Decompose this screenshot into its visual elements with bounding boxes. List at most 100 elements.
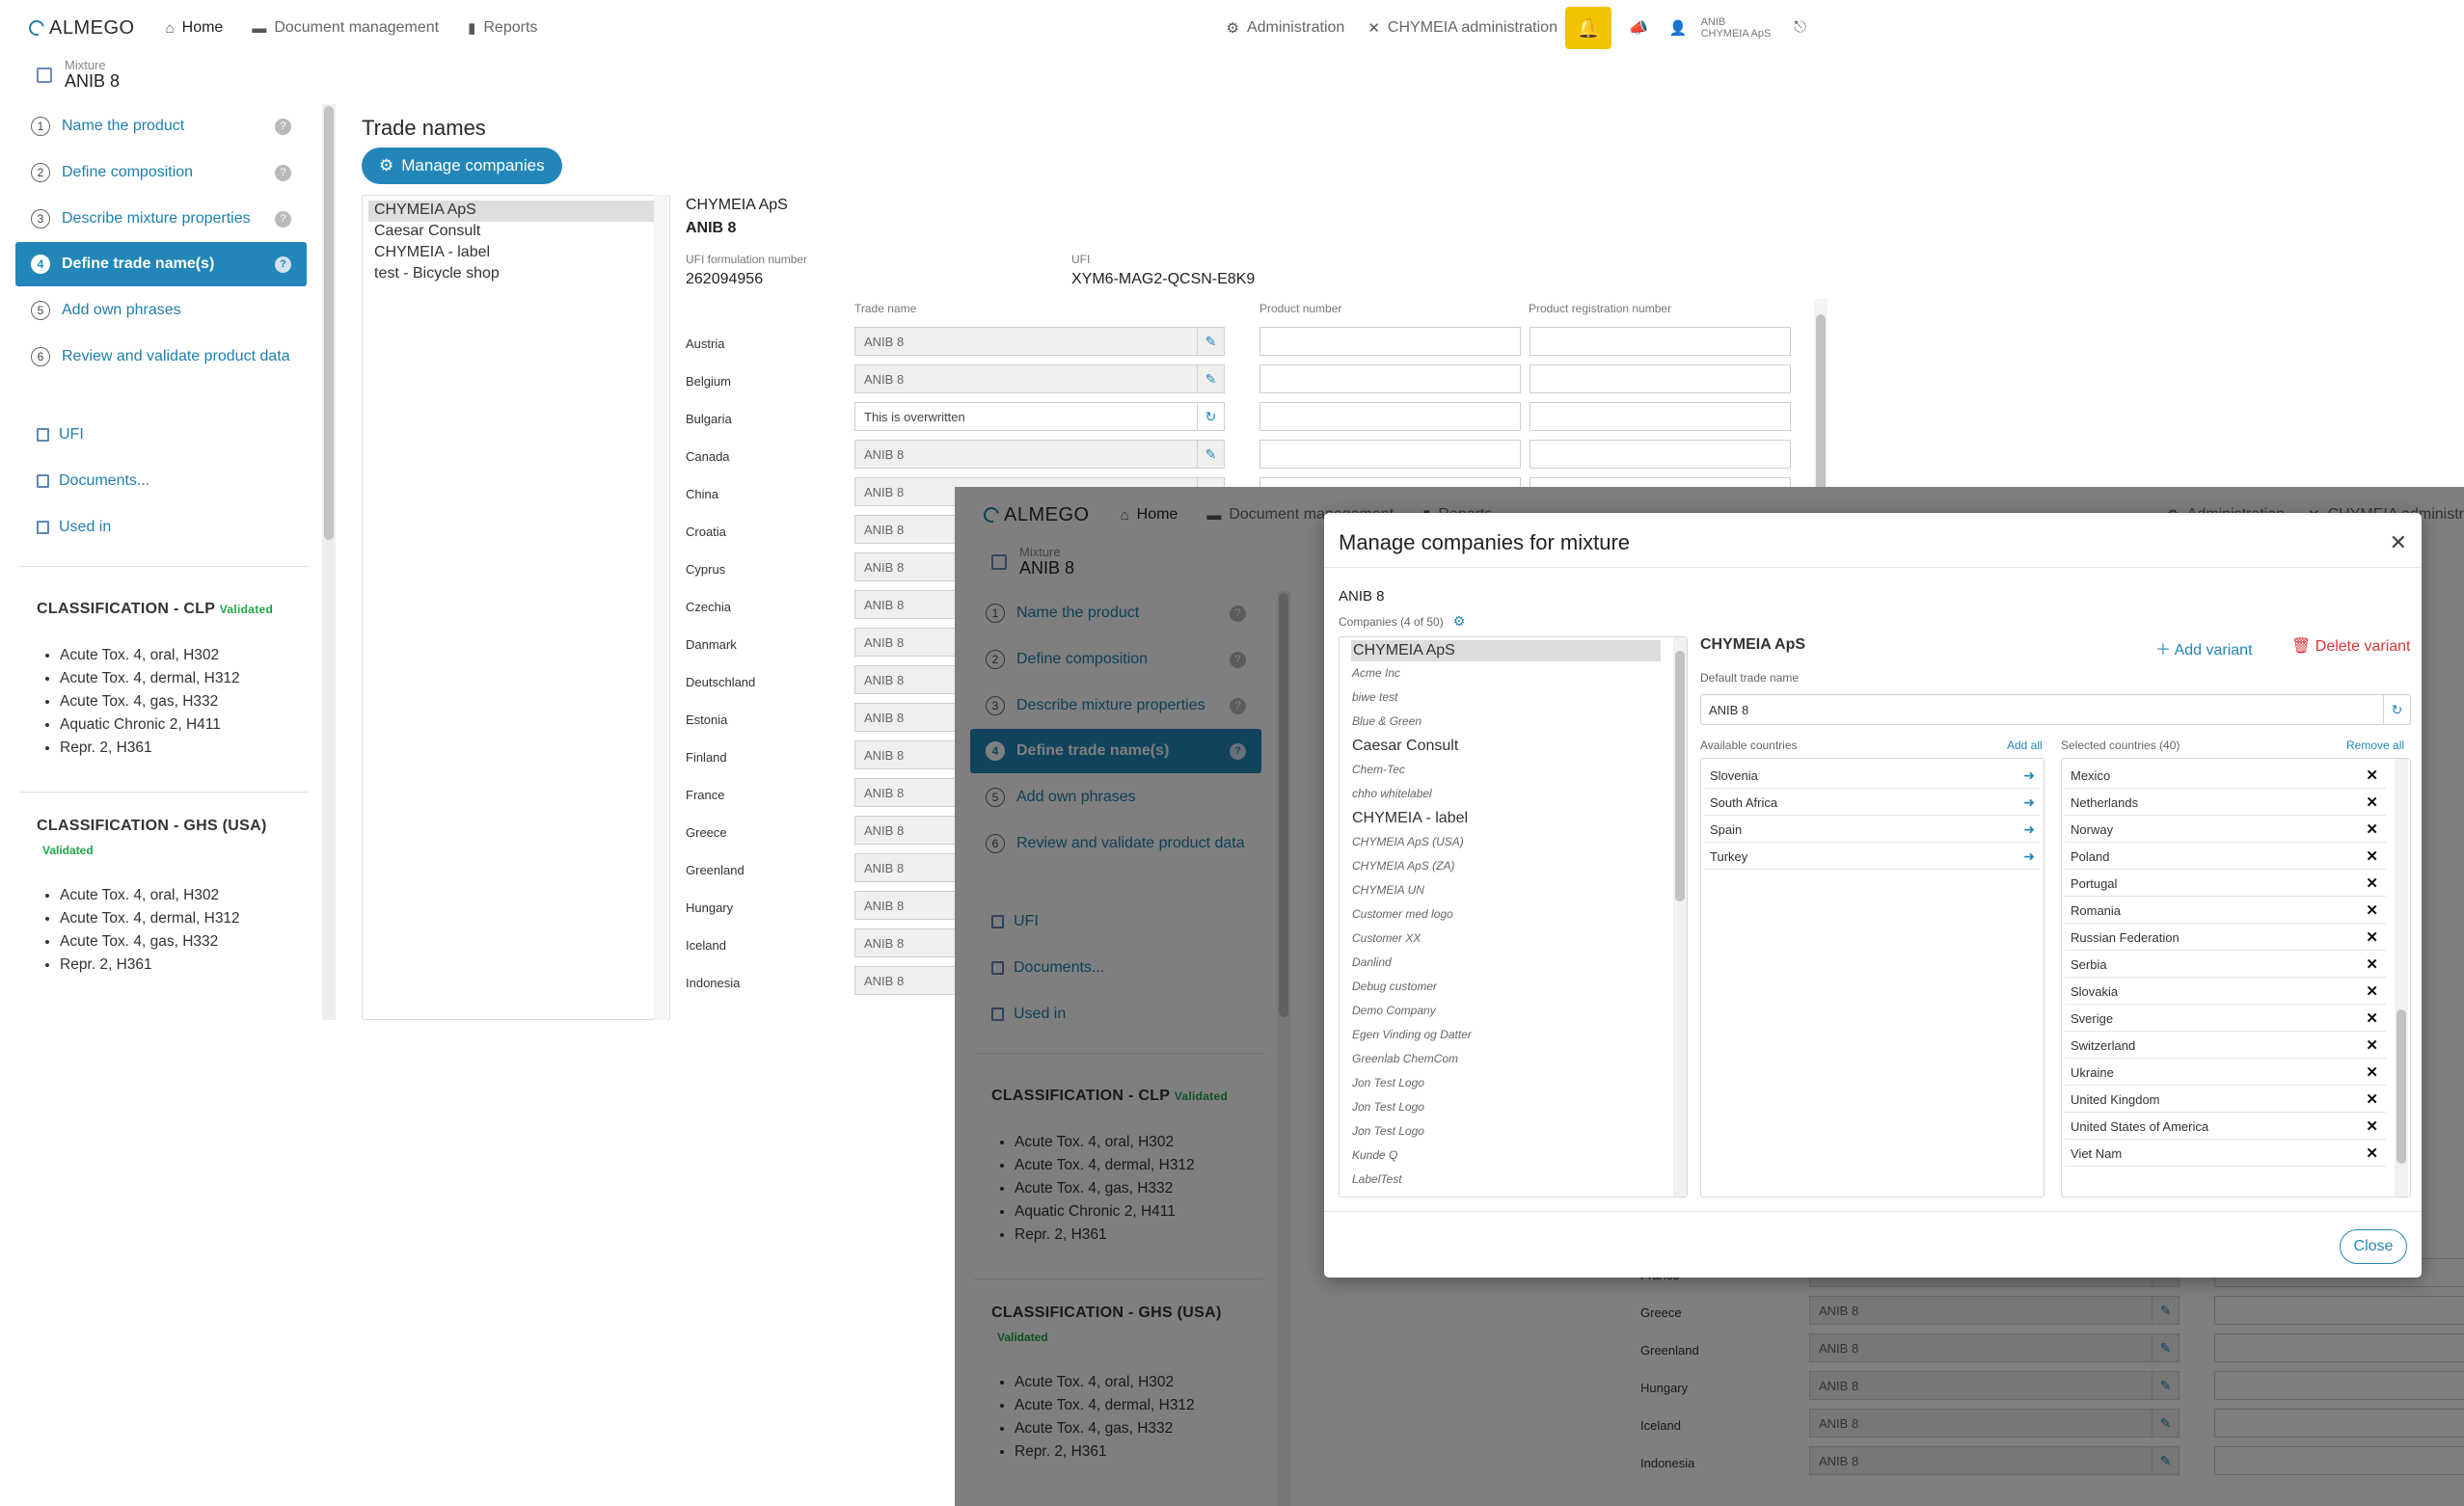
remove-all-button[interactable]: Remove all — [2346, 739, 2404, 752]
list-item[interactable]: CHYMEIA UN — [1340, 878, 1687, 902]
list-item[interactable]: test - Bicycle shop — [368, 264, 663, 285]
sidebar-link-used-in[interactable]: Used in — [37, 519, 111, 536]
list-item[interactable]: Serbia ✕ — [2065, 951, 2386, 978]
step-define-composition[interactable]: 2 Define composition? — [15, 150, 307, 195]
list-item[interactable]: Poland ✕ — [2065, 843, 2386, 870]
remove-icon[interactable]: ✕ — [2366, 982, 2378, 1000]
help-icon[interactable]: ? — [275, 210, 291, 228]
list-item[interactable]: Spain ➜ — [1704, 816, 2041, 843]
remove-icon[interactable]: ✕ — [2366, 1117, 2378, 1135]
list-item[interactable]: Acme Inc — [1340, 661, 1687, 686]
list-item[interactable]: United Kingdom ✕ — [2065, 1086, 2386, 1113]
list-item[interactable]: CHYMEIA ApS — [1351, 640, 1661, 661]
pencil-icon[interactable]: ✎ — [1197, 365, 1224, 392]
arrow-right-icon[interactable]: ➜ — [2023, 767, 2035, 784]
list-item[interactable]: Greenlab ChemCom — [1340, 1047, 1687, 1071]
arrow-right-icon[interactable]: ➜ — [2023, 821, 2035, 838]
list-item[interactable]: Slovakia ✕ — [2065, 978, 2386, 1005]
list-item[interactable]: South Africa ➜ — [1704, 789, 2041, 816]
add-variant-button[interactable]: ＋ Add variant — [2155, 636, 2253, 659]
default-trade-name-input[interactable]: ANIB 8 ↻ — [1700, 694, 2411, 725]
logout-button[interactable]: ⎋ — [1794, 19, 1806, 37]
remove-icon[interactable]: ✕ — [2366, 847, 2378, 865]
scrollbar-thumb[interactable] — [2396, 1009, 2406, 1164]
remove-icon[interactable]: ✕ — [2366, 1063, 2378, 1081]
help-icon[interactable]: ? — [275, 164, 291, 181]
trade-name-field[interactable]: ANIB 8 ✎ — [854, 364, 1225, 393]
manage-companies-button[interactable]: ⚙ Manage companies — [362, 148, 562, 184]
help-icon[interactable]: ? — [275, 118, 291, 135]
list-item[interactable]: LabelTest — [1340, 1168, 1687, 1192]
arrow-right-icon[interactable]: ➜ — [2023, 848, 2035, 865]
scrollbar-thumb[interactable] — [1675, 651, 1685, 901]
list-item[interactable]: Sverige ✕ — [2065, 1005, 2386, 1032]
selected-countries-scrollbar[interactable] — [2395, 759, 2408, 1197]
registration-number-input[interactable] — [1530, 327, 1791, 356]
nav-administration[interactable]: ⚙ Administration — [1227, 19, 1345, 37]
sidebar-scrollbar[interactable] — [322, 104, 336, 1020]
list-item[interactable]: Jon Test Logo — [1340, 1095, 1687, 1119]
list-item[interactable]: Portugal ✕ — [2065, 870, 2386, 897]
sidebar-link-ufi[interactable]: UFI — [37, 426, 84, 444]
list-item[interactable]: CHYMEIA ApS — [368, 201, 663, 222]
product-number-input[interactable] — [1259, 327, 1521, 356]
arrow-right-icon[interactable]: ➜ — [2023, 794, 2035, 811]
list-item[interactable]: Russian Federation ✕ — [2065, 924, 2386, 951]
company-list-scrollbar[interactable] — [1673, 637, 1687, 1197]
nav-chymeia-administration[interactable]: ✕ CHYMEIA administration — [1367, 19, 1557, 37]
remove-icon[interactable]: ✕ — [2366, 901, 2378, 919]
list-item[interactable]: Egen Vinding og Datter — [1340, 1023, 1687, 1047]
list-item[interactable]: Chem-Tec — [1340, 758, 1687, 782]
list-item[interactable]: CHYMEIA ApS (USA) — [1340, 830, 1687, 854]
product-number-input[interactable] — [1259, 402, 1521, 431]
refresh-icon[interactable]: ↻ — [2383, 695, 2410, 724]
remove-icon[interactable]: ✕ — [2366, 928, 2378, 946]
list-item[interactable]: Turkey ➜ — [1704, 843, 2041, 870]
remove-icon[interactable]: ✕ — [2366, 955, 2378, 973]
remove-icon[interactable]: ✕ — [2366, 793, 2378, 811]
list-item[interactable]: Jon Test Logo — [1340, 1119, 1687, 1143]
list-item[interactable]: Slovenia ➜ — [1704, 762, 2041, 789]
list-item[interactable]: Netherlands ✕ — [2065, 789, 2386, 816]
remove-icon[interactable]: ✕ — [2366, 1009, 2378, 1027]
trade-name-field[interactable]: ANIB 8 ✎ — [854, 440, 1225, 469]
nav-home[interactable]: ⌂ Home — [166, 19, 224, 37]
list-item[interactable]: Kunde Q — [1340, 1143, 1687, 1168]
close-button[interactable]: Close — [2340, 1229, 2407, 1264]
list-item[interactable]: Customer XX — [1340, 927, 1687, 951]
sidebar-link-documents[interactable]: Documents... — [37, 472, 149, 490]
list-item[interactable]: Jon Test Logo — [1340, 1071, 1687, 1095]
list-item[interactable]: Caesar Consult — [368, 222, 663, 243]
scrollbar-thumb[interactable] — [324, 106, 334, 540]
remove-icon[interactable]: ✕ — [2366, 820, 2378, 838]
list-item[interactable]: chho whitelabel — [1340, 782, 1687, 806]
list-item[interactable]: Danlind — [1340, 951, 1687, 975]
list-item[interactable]: United States of America ✕ — [2065, 1113, 2386, 1140]
delete-variant-button[interactable]: 🗑 Delete variant — [2291, 636, 2410, 656]
pencil-icon[interactable]: ✎ — [1197, 328, 1224, 355]
list-item[interactable]: Demo Company — [1340, 999, 1687, 1023]
list-item[interactable]: Switzerland ✕ — [2065, 1032, 2386, 1059]
pencil-icon[interactable]: ✎ — [1197, 441, 1224, 468]
product-number-input[interactable] — [1259, 364, 1521, 393]
step-review-validate[interactable]: 6 Review and validate product data — [15, 335, 307, 379]
remove-icon[interactable]: ✕ — [2366, 1090, 2378, 1108]
trade-name-field[interactable]: This is overwritten ↻ — [854, 402, 1225, 431]
list-item[interactable]: Romania ✕ — [2065, 897, 2386, 924]
list-item[interactable]: Norway ✕ — [2065, 816, 2386, 843]
product-number-input[interactable] — [1259, 440, 1521, 469]
trade-name-field[interactable]: ANIB 8 ✎ — [854, 327, 1225, 356]
refresh-icon[interactable]: ↻ — [1197, 403, 1224, 430]
remove-icon[interactable]: ✕ — [2366, 874, 2378, 892]
remove-icon[interactable]: ✕ — [2366, 766, 2378, 784]
announcements-button[interactable]: 📣 — [1629, 18, 1648, 38]
list-item[interactable]: Debug customer — [1340, 975, 1687, 999]
help-icon[interactable]: ? — [275, 255, 291, 273]
add-all-button[interactable]: Add all — [2007, 739, 2043, 752]
user-menu[interactable]: 👤 ANIB CHYMEIA ApS — [1669, 16, 1771, 40]
registration-number-input[interactable] — [1530, 402, 1791, 431]
list-item[interactable]: CHYMEIA - label — [368, 243, 663, 264]
list-item[interactable]: biwe test — [1340, 686, 1687, 710]
company-list-scrollbar[interactable] — [654, 195, 667, 1020]
list-item[interactable]: Blue & Green — [1340, 710, 1687, 734]
